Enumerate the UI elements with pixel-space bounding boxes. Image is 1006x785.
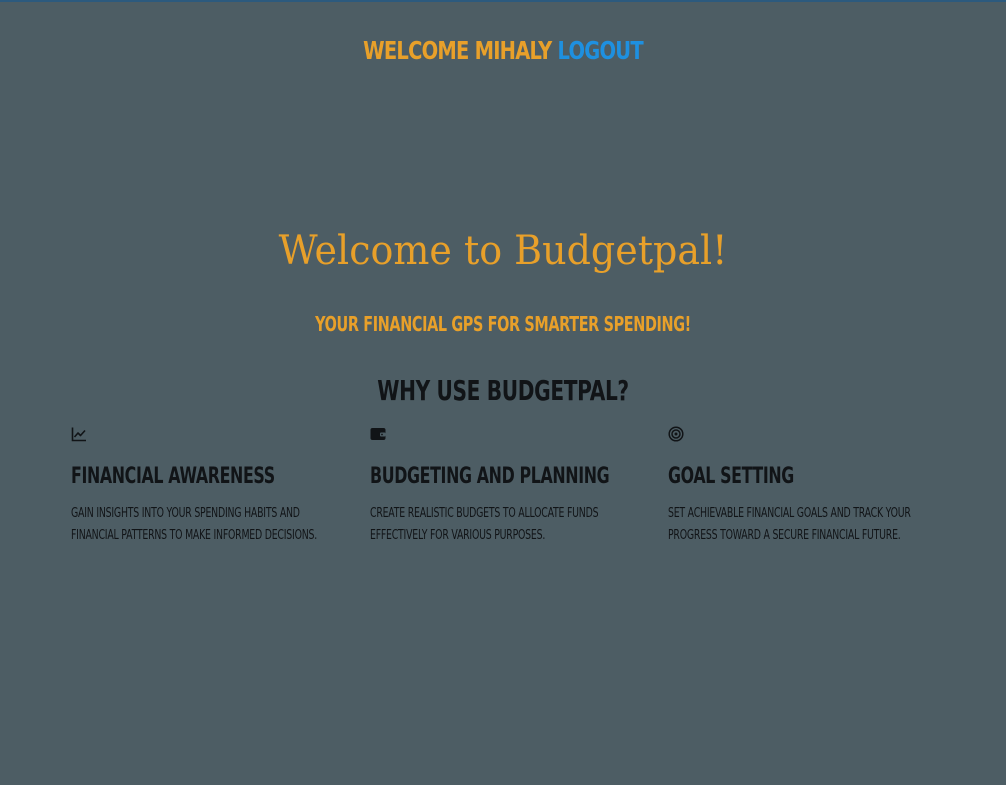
tagline: YOUR FINANCIAL GPS FOR SMARTER SPENDING! — [315, 312, 691, 336]
feature-title: BUDGETING AND PLANNING — [370, 464, 610, 489]
top-border — [0, 0, 1006, 2]
feature-description: SET ACHIEVABLE FINANCIAL GOALS AND TRACK… — [668, 506, 911, 543]
header-bar: WELCOME MIHALY LOGOUT — [111, 36, 896, 65]
wallet-icon — [370, 426, 386, 442]
logout-link[interactable]: LOGOUT — [557, 36, 643, 65]
section-heading: WHY USE BUDGETPAL? — [377, 374, 629, 407]
feature-card-goal-setting: GOAL SETTING SET ACHIEVABLE FINANCIAL GO… — [668, 426, 948, 547]
feature-description: GAIN INSIGHTS INTO YOUR SPENDING HABITS … — [71, 506, 318, 543]
feature-card-financial-awareness: FINANCIAL AWARENESS GAIN INSIGHTS INTO Y… — [71, 426, 351, 547]
feature-title: GOAL SETTING — [668, 464, 794, 489]
page-title: Welcome to Budgetpal! — [278, 228, 728, 274]
feature-card-budgeting: BUDGETING AND PLANNING CREATE REALISTIC … — [370, 426, 650, 547]
feature-title: FINANCIAL AWARENESS — [71, 464, 275, 489]
target-icon — [668, 426, 684, 442]
line-chart-icon — [71, 426, 87, 442]
welcome-user-text: WELCOME MIHALY — [363, 36, 552, 65]
feature-description: CREATE REALISTIC BUDGETS TO ALLOCATE FUN… — [370, 506, 599, 543]
